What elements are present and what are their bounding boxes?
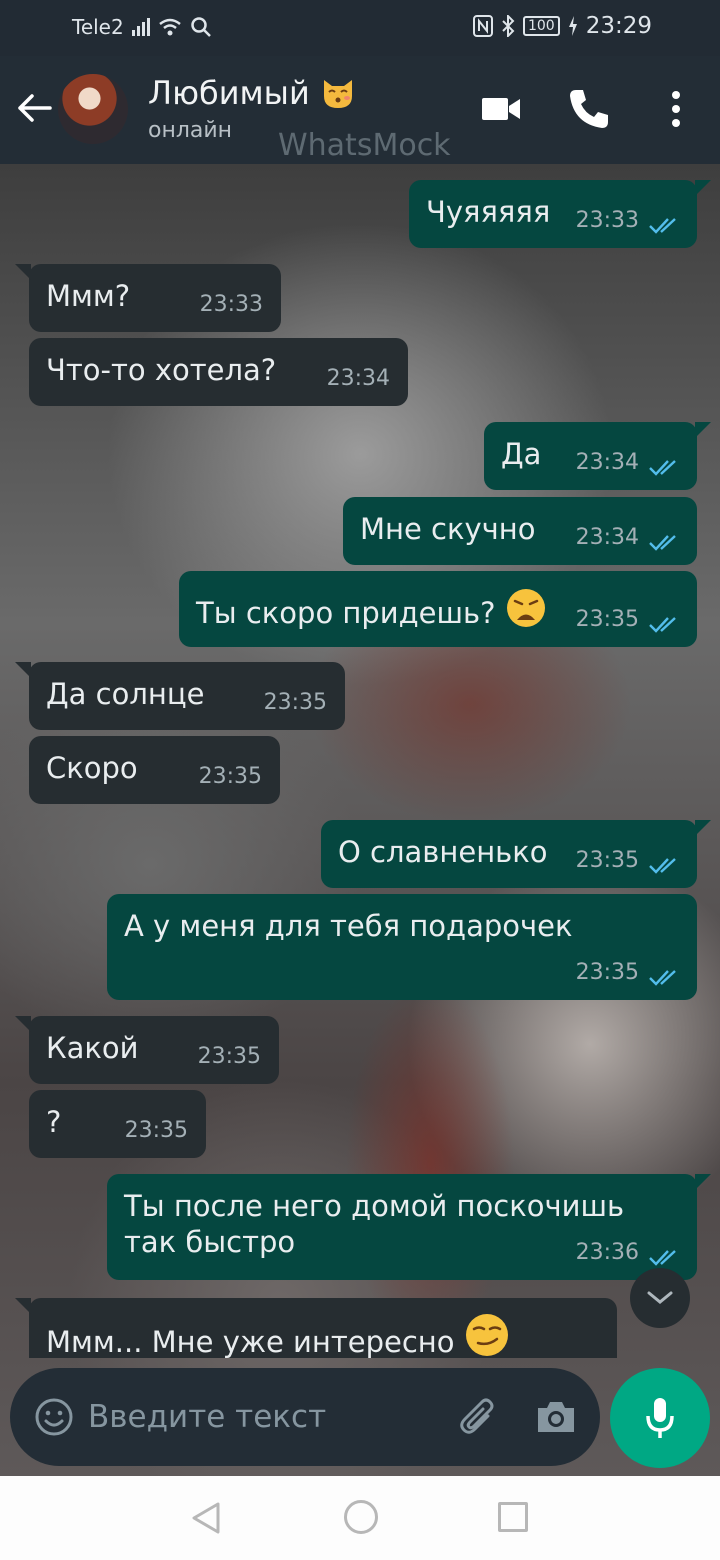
message-input[interactable] [88, 1388, 438, 1446]
signal-icon [131, 18, 150, 36]
wifi-icon [158, 18, 181, 36]
message-text: Мне скучно [360, 512, 536, 546]
nav-home-icon[interactable] [344, 1500, 378, 1534]
message-text: Да солнце [46, 677, 205, 711]
contact-name-text: Любимый [148, 74, 310, 112]
message-time: 23:33 [575, 208, 639, 233]
message-text: Ты скоро придешь? [196, 587, 547, 631]
attach-icon[interactable] [458, 1396, 500, 1438]
message-text: Ммм? [46, 279, 131, 313]
message-outgoing[interactable]: Да 23:34 [484, 422, 711, 490]
message-text: А у меня для тебя подарочек [124, 909, 573, 943]
message-text-content: Ммм... Мне уже интересно [46, 1325, 455, 1359]
read-ticks-icon [649, 1250, 676, 1266]
nav-recents-icon[interactable] [498, 1502, 528, 1532]
message-time: 23:35 [197, 1044, 261, 1069]
message-time: 23:36 [575, 1240, 639, 1265]
message-time: 23:35 [575, 848, 639, 873]
contact-status: онлайн [148, 118, 233, 143]
carrier-label: Tele2 [72, 15, 124, 39]
watermark: WhatsMock [278, 128, 451, 163]
avatar[interactable] [58, 74, 128, 144]
status-bar: Tele2 100 23:29 [0, 0, 720, 56]
message-time: 23:34 [575, 525, 639, 550]
message-time: 23:33 [199, 292, 263, 317]
kissing-cat-emoji [323, 80, 352, 108]
status-left: Tele2 [72, 15, 212, 39]
smirking-face-emoji [465, 1314, 508, 1356]
message-time: 23:35 [263, 690, 327, 715]
message-time: 23:35 [575, 607, 639, 632]
message-time: 23:34 [575, 450, 639, 475]
message-text: Какой [46, 1031, 139, 1065]
message-outgoing[interactable]: Чуяяяяя 23:33 [409, 180, 711, 248]
message-text: ? [46, 1105, 62, 1139]
chat-area[interactable]: Чуяяяяя 23:33 Ммм? 23:33 Что-то хотела? … [0, 164, 720, 1476]
nfc-icon [472, 15, 493, 37]
message-outgoing[interactable]: Ты после него домой поскочишь так быстро… [107, 1174, 711, 1280]
emoji-icon[interactable] [34, 1397, 74, 1437]
bubble-tail [15, 1298, 31, 1314]
more-options-icon[interactable] [662, 86, 690, 132]
message-text: Что-то хотела? [46, 353, 277, 387]
scroll-down-button[interactable] [630, 1268, 690, 1328]
camera-icon[interactable] [534, 1398, 578, 1436]
mic-icon [646, 1398, 674, 1438]
status-right: 100 23:29 [472, 13, 652, 39]
message-incoming[interactable]: Ммм? 23:33 [15, 264, 281, 332]
nav-back-icon[interactable] [190, 1500, 222, 1536]
message-outgoing[interactable]: А у меня для тебя подарочек 23:35 [107, 894, 697, 1000]
read-ticks-icon [649, 535, 676, 551]
message-incoming[interactable]: Ммм... Мне уже интересно [15, 1298, 617, 1360]
message-incoming[interactable]: Какой 23:35 [15, 1016, 279, 1084]
back-arrow-icon[interactable] [16, 90, 52, 126]
system-nav-bar [0, 1476, 720, 1560]
message-time: 23:34 [326, 366, 390, 391]
clock: 23:29 [585, 13, 652, 39]
message-time: 23:35 [124, 1118, 188, 1143]
read-ticks-icon [649, 858, 676, 874]
message-outgoing[interactable]: О славненько 23:35 [321, 820, 711, 888]
read-ticks-icon [649, 460, 676, 476]
voice-record-button[interactable] [610, 1368, 710, 1468]
message-text: Ммм... Мне уже интересно [46, 1312, 510, 1360]
message-outgoing[interactable]: Ты скоро придешь? 23:35 [179, 571, 697, 647]
message-incoming[interactable]: Скоро 23:35 [29, 736, 280, 804]
message-incoming[interactable]: Да солнце 23:35 [15, 662, 345, 730]
message-incoming[interactable]: Что-то хотела? 23:34 [29, 338, 408, 406]
message-text: Чуяяяяя [426, 195, 551, 229]
message-text: О славненько [338, 835, 548, 869]
message-incoming[interactable]: ? 23:35 [29, 1090, 206, 1158]
read-ticks-icon [649, 218, 676, 234]
read-ticks-icon [649, 617, 676, 633]
bubble-tail [695, 422, 711, 438]
bubble-tail [15, 264, 31, 280]
message-time: 23:35 [198, 764, 262, 789]
bubble-tail [15, 662, 31, 678]
bubble-tail [15, 1016, 31, 1032]
message-text: Скоро [46, 751, 138, 785]
message-composer [10, 1368, 600, 1466]
read-ticks-icon [649, 970, 676, 986]
chat-header: Любимый онлайн WhatsMock [0, 56, 720, 164]
bubble-tail [695, 1174, 711, 1190]
bubble-tail [695, 820, 711, 836]
message-time: 23:35 [575, 960, 639, 985]
bluetooth-icon [502, 15, 515, 37]
charging-icon [568, 16, 577, 36]
battery-level: 100 [522, 16, 560, 36]
message-text-content: Ты скоро придешь? [196, 596, 496, 630]
chevron-down-icon [647, 1291, 673, 1304]
bubble-tail [695, 180, 711, 196]
search-icon [190, 17, 211, 37]
contact-name[interactable]: Любимый [148, 74, 356, 112]
weary-face-emoji [506, 589, 545, 627]
phone-call-icon[interactable] [566, 86, 612, 132]
message-text: Да [501, 437, 542, 471]
message-outgoing[interactable]: Мне скучно 23:34 [343, 497, 697, 565]
video-call-icon[interactable] [478, 86, 524, 132]
